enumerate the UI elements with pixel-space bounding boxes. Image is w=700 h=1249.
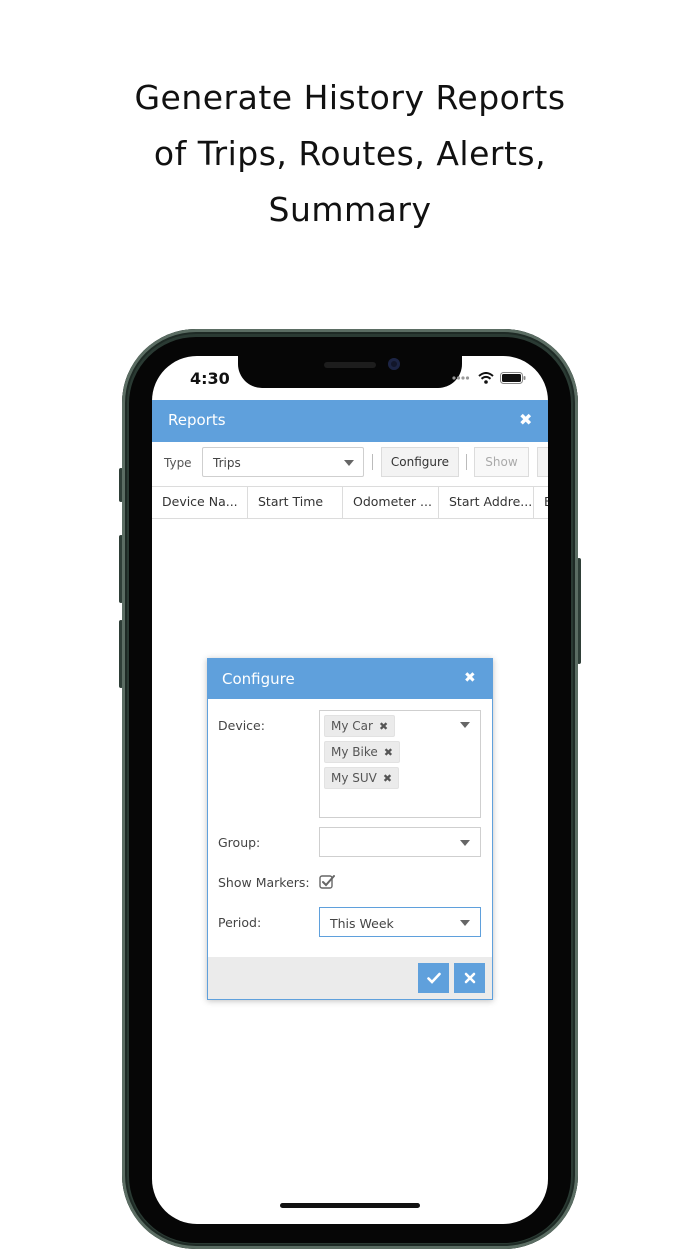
chevron-down-icon bbox=[460, 920, 470, 926]
toolbar-separator bbox=[372, 454, 373, 470]
toolbar-separator bbox=[466, 454, 467, 470]
configure-dialog-footer bbox=[208, 957, 492, 999]
column-header-device-name[interactable]: Device Na... bbox=[152, 487, 248, 518]
close-icon bbox=[464, 972, 475, 984]
headline-line-1: Generate History Reports bbox=[134, 78, 566, 117]
group-label: Group: bbox=[218, 835, 261, 850]
period-label: Period: bbox=[218, 915, 262, 930]
toolbar-overflow-button[interactable] bbox=[537, 447, 548, 477]
type-select[interactable]: Trips bbox=[202, 447, 364, 477]
device-multiselect[interactable]: My Car ✖ My Bike ✖ My SUV ✖ bbox=[319, 710, 481, 818]
group-select[interactable] bbox=[319, 827, 481, 857]
configure-dialog-header: Configure ✖ bbox=[208, 659, 492, 699]
cancel-button[interactable] bbox=[454, 963, 485, 993]
headline-line-3: Summary bbox=[268, 190, 432, 229]
period-select[interactable]: This Week bbox=[319, 907, 481, 937]
battery-icon bbox=[500, 372, 526, 384]
headline-line-2: of Trips, Routes, Alerts, bbox=[153, 134, 547, 173]
type-select-value: Trips bbox=[213, 456, 241, 470]
phone-notch bbox=[238, 356, 462, 388]
earpiece-speaker bbox=[324, 362, 376, 368]
reports-toolbar: Type Trips Configure Show bbox=[152, 442, 548, 486]
headline: Generate History Reports of Trips, Route… bbox=[0, 70, 700, 238]
remove-tag-icon[interactable]: ✖ bbox=[383, 772, 392, 785]
show-button[interactable]: Show bbox=[474, 447, 529, 477]
configure-button[interactable]: Configure bbox=[381, 447, 459, 477]
reports-title-bar: Reports ✖ bbox=[152, 400, 548, 442]
front-camera bbox=[388, 358, 400, 370]
device-tag-my-suv: My SUV ✖ bbox=[324, 767, 400, 789]
device-tag-my-bike: My Bike ✖ bbox=[324, 741, 400, 763]
remove-tag-icon[interactable]: ✖ bbox=[379, 720, 388, 733]
chevron-down-icon bbox=[460, 840, 470, 846]
show-markers-label: Show Markers: bbox=[218, 875, 310, 890]
show-markers-checkbox[interactable] bbox=[319, 874, 335, 890]
phone-screen: 4:30 Reports ✖ Type Trips Configure Show… bbox=[152, 356, 548, 1224]
close-icon[interactable]: ✖ bbox=[464, 670, 476, 686]
status-icons bbox=[452, 372, 526, 384]
device-label: Device: bbox=[218, 718, 265, 733]
status-time: 4:30 bbox=[190, 369, 230, 388]
chevron-down-icon[interactable] bbox=[460, 722, 470, 728]
column-header-end[interactable]: E bbox=[534, 487, 548, 518]
column-header-start-time[interactable]: Start Time bbox=[248, 487, 343, 518]
close-icon[interactable]: ✖ bbox=[519, 410, 532, 429]
reports-title: Reports bbox=[168, 411, 226, 429]
column-header-start-address[interactable]: Start Addre... bbox=[439, 487, 534, 518]
report-grid-header: Device Na... Start Time Odometer ... Sta… bbox=[152, 486, 548, 519]
device-tag-my-car: My Car ✖ bbox=[324, 715, 396, 737]
device-tag-label: My SUV bbox=[331, 771, 377, 785]
device-tag-label: My Car bbox=[331, 719, 373, 733]
chevron-down-icon bbox=[344, 460, 354, 466]
device-tag-label: My Bike bbox=[331, 745, 378, 759]
configure-dialog-title: Configure bbox=[222, 670, 295, 688]
type-label: Type bbox=[164, 456, 192, 470]
column-header-odometer[interactable]: Odometer ... bbox=[343, 487, 439, 518]
period-select-value: This Week bbox=[330, 916, 394, 931]
checkmark-icon bbox=[426, 972, 441, 984]
configure-dialog: Configure ✖ Device: My Car ✖ My Bike ✖ My … bbox=[207, 658, 493, 1000]
wifi-icon bbox=[478, 372, 494, 384]
confirm-button[interactable] bbox=[418, 963, 449, 993]
signal-icon bbox=[452, 376, 470, 380]
remove-tag-icon[interactable]: ✖ bbox=[384, 746, 393, 759]
home-indicator[interactable] bbox=[280, 1203, 420, 1208]
